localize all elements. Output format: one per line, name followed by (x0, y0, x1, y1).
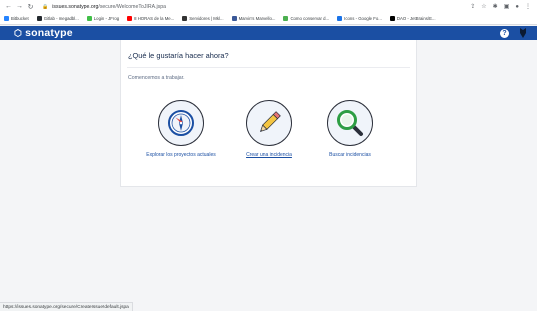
bookmark-label: Icons - Google Fo... (344, 16, 382, 21)
bookmark-label: Login - JFrog (93, 16, 120, 21)
forward-icon[interactable]: → (14, 0, 25, 13)
bookmark-favicon (231, 16, 237, 21)
bookmark-favicon (127, 16, 133, 21)
create-issue-option[interactable]: Crear una incidencia (234, 100, 304, 158)
search-issues-option[interactable]: Buscar incidencias (315, 100, 385, 158)
menu-icon[interactable]: ⋮ (525, 3, 531, 10)
card-subtitle: Comencemos a trabajar. (128, 75, 185, 81)
bookmark-item[interactable]: Icons - Google Fo... (337, 16, 382, 21)
extensions-icon[interactable]: ✱ (493, 3, 498, 10)
browser-toolbar: ← → ↻ 🔒 issues.sonatype.org/secure/Welco… (0, 0, 537, 13)
bookmark-favicon (36, 16, 42, 21)
bookmark-label: Bitbucket (11, 16, 29, 21)
bookmarks-bar: Bitbucket Gitlab - megadbl... Login - JF… (0, 13, 537, 25)
option-label[interactable]: Explorar los proyectos actuales (146, 152, 215, 158)
star-icon[interactable]: ☆ (481, 3, 486, 10)
url-host: issues.sonatype.org (52, 3, 99, 10)
bookmark-favicon (389, 16, 395, 21)
option-label[interactable]: Crear una incidencia (246, 152, 292, 158)
bookmark-label: 8 HORAS de la Me... (134, 16, 175, 21)
share-icon[interactable]: ⇪ (470, 3, 475, 10)
pencil-icon[interactable] (246, 100, 292, 146)
reload-icon[interactable]: ↻ (25, 0, 36, 13)
bookmark-item[interactable]: DAO - JetBrains/E... (389, 16, 436, 21)
bookmark-label: Marvin's Marvello... (238, 16, 276, 21)
back-icon[interactable]: ← (3, 0, 14, 13)
status-bar: https://issues.sonatype.org/secure/Creat… (0, 302, 133, 311)
hexagon-icon: ⬡ (14, 27, 23, 38)
bookmark-item[interactable]: Bitbucket (4, 16, 29, 21)
url-path: /secure/WelcomeToJIRA.jspa (98, 3, 167, 10)
explore-projects-option[interactable]: Explorar los proyectos actuales (146, 100, 216, 158)
bookmark-favicon (86, 16, 92, 21)
bookmark-item[interactable]: 8 HORAS de la Me... (127, 16, 174, 21)
bookmark-item[interactable]: Servidores | Mkl... (182, 16, 224, 21)
bookmark-item[interactable]: Como conservar d... (283, 16, 329, 21)
brand-name: sonatype (25, 27, 73, 39)
bookmark-favicon (182, 16, 188, 21)
divider (127, 67, 410, 68)
bookmark-label: DAO - JetBrains/E... (396, 16, 436, 21)
sidebar-icon[interactable]: ▣ (504, 3, 510, 10)
bookmark-label: Servidores | Mkl... (189, 16, 224, 21)
bookmark-item[interactable]: Gitlab - megadbl... (36, 16, 79, 21)
bookmark-favicon (283, 16, 289, 21)
bookmark-label: Como conservar d... (290, 16, 330, 21)
bookmark-favicon (4, 16, 9, 21)
bookmark-label: Gitlab - megadbl... (43, 16, 79, 21)
magnifier-icon[interactable] (327, 100, 373, 146)
sonatype-logo[interactable]: ⬡ sonatype (14, 27, 73, 39)
option-label[interactable]: Buscar incidencias (329, 152, 371, 158)
card-title: ¿Qué le gustaría hacer ahora? (128, 51, 229, 60)
lock-icon: 🔒 (42, 3, 49, 10)
compass-icon[interactable] (158, 100, 204, 146)
bookmark-item[interactable]: Marvin's Marvello... (231, 16, 276, 21)
help-icon[interactable]: ? (500, 28, 509, 38)
user-avatar-icon[interactable] (518, 28, 527, 38)
welcome-card: ¿Qué le gustaría hacer ahora? Comencemos… (120, 40, 417, 187)
address-bar[interactable]: 🔒 issues.sonatype.org/secure/WelcomeToJI… (42, 1, 470, 12)
profile-icon[interactable]: ● (515, 4, 519, 10)
bookmark-item[interactable]: Login - JFrog (86, 16, 120, 21)
app-header: ⬡ sonatype ? (0, 26, 537, 40)
bookmark-favicon (337, 16, 343, 21)
